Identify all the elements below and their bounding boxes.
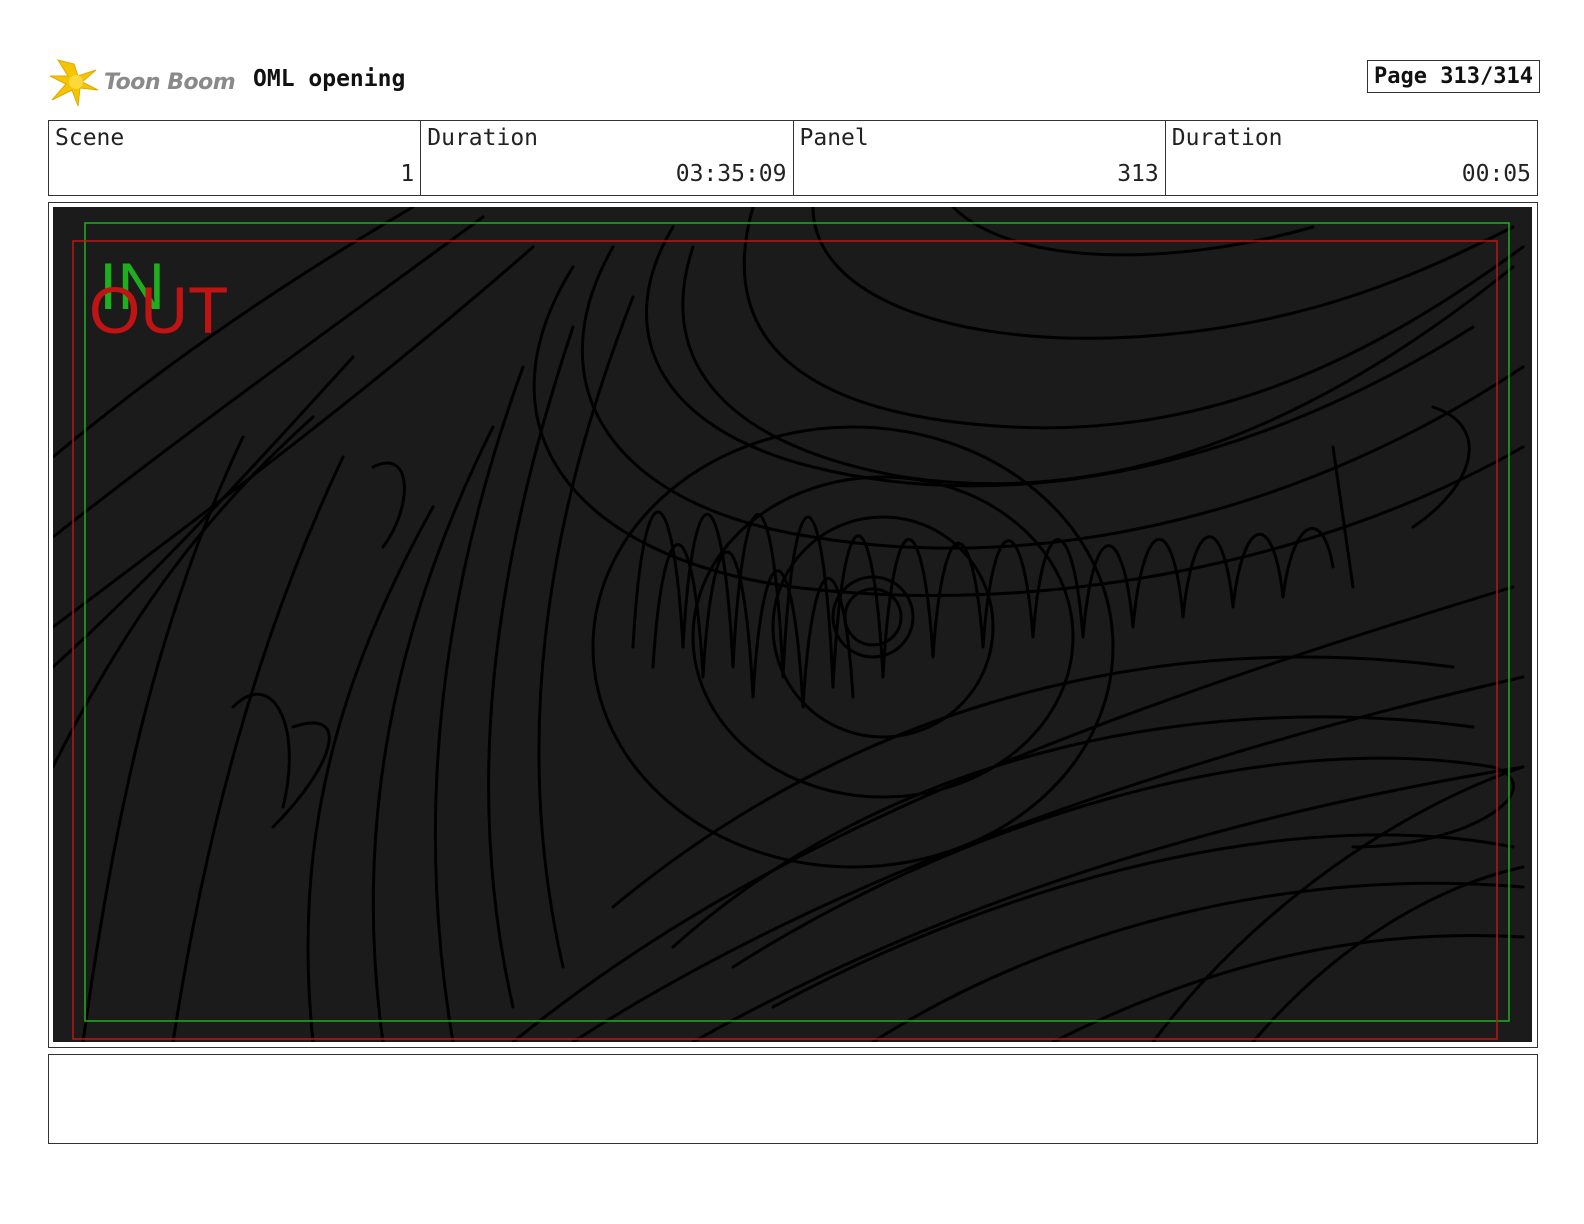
sketch-stroke xyxy=(571,675,1525,1042)
storyboard-sketch: IN OUT xyxy=(53,207,1525,1042)
sketch-stroke xyxy=(433,365,525,1042)
scene-value: 1 xyxy=(400,161,415,187)
sketch-stroke xyxy=(951,207,1315,257)
sketch-stroke xyxy=(580,245,1525,550)
panel-value: 313 xyxy=(1117,161,1159,187)
panel-cell: Panel 313 xyxy=(794,121,1166,195)
sketch-stroke xyxy=(1151,765,1525,1042)
sketch-stroke xyxy=(53,415,315,769)
panel-frame: IN OUT xyxy=(48,202,1538,1048)
logo-text: Toon Boom xyxy=(104,69,236,95)
sketch-stroke xyxy=(871,881,1525,1042)
sketch-stroke xyxy=(1051,934,1525,1042)
scene-duration-value: 03:35:09 xyxy=(675,161,787,187)
sketch-stroke xyxy=(306,505,435,1042)
panel-label: Panel xyxy=(799,125,869,151)
sketch-stroke xyxy=(843,587,903,647)
sketch-stroke xyxy=(1411,405,1471,529)
sketch-stroke xyxy=(231,692,291,809)
toon-boom-star-icon xyxy=(49,59,99,107)
sketch-stroke xyxy=(645,225,1475,488)
sketch-stroke xyxy=(537,295,635,969)
panel-duration-cell: Duration 00:05 xyxy=(1166,121,1537,195)
panel-duration-value: 00:05 xyxy=(1461,161,1531,187)
scene-duration-label: Duration xyxy=(427,125,539,151)
sketch-stroke xyxy=(611,655,1455,909)
panel-notes-box[interactable] xyxy=(48,1054,1538,1144)
sketch-stroke xyxy=(1331,445,1355,589)
sketch-stroke xyxy=(511,585,1515,1042)
panel-image[interactable]: IN OUT xyxy=(53,207,1532,1042)
sketch-stroke xyxy=(371,461,406,549)
panel-duration-label: Duration xyxy=(1171,125,1283,151)
page-indicator: Page 313/314 xyxy=(1367,60,1540,93)
scene-cell: Scene 1 xyxy=(49,121,422,195)
sketch-stroke xyxy=(691,765,1525,1042)
panel-info-table: Scene 1 Duration 03:35:09 Panel 313 Dura… xyxy=(48,120,1538,196)
in-safe-area-frame xyxy=(84,222,1510,1022)
sketch-stroke xyxy=(591,425,1115,869)
project-title: OML opening xyxy=(253,66,406,92)
scene-duration-cell: Duration 03:35:09 xyxy=(421,121,794,195)
sketch-stroke xyxy=(81,435,245,1042)
sketch-stroke xyxy=(771,515,995,739)
scene-label: Scene xyxy=(55,125,125,151)
out-label: OUT xyxy=(89,273,228,347)
sketch-stroke xyxy=(811,207,1515,340)
sketch-stroke xyxy=(671,715,1475,949)
sketch-stroke xyxy=(742,207,1525,430)
page-header: Toon Boom OML opening Page 313/314 xyxy=(48,54,1540,110)
toon-boom-logo: Toon Boom xyxy=(48,54,236,110)
sketch-stroke xyxy=(771,833,1515,1009)
